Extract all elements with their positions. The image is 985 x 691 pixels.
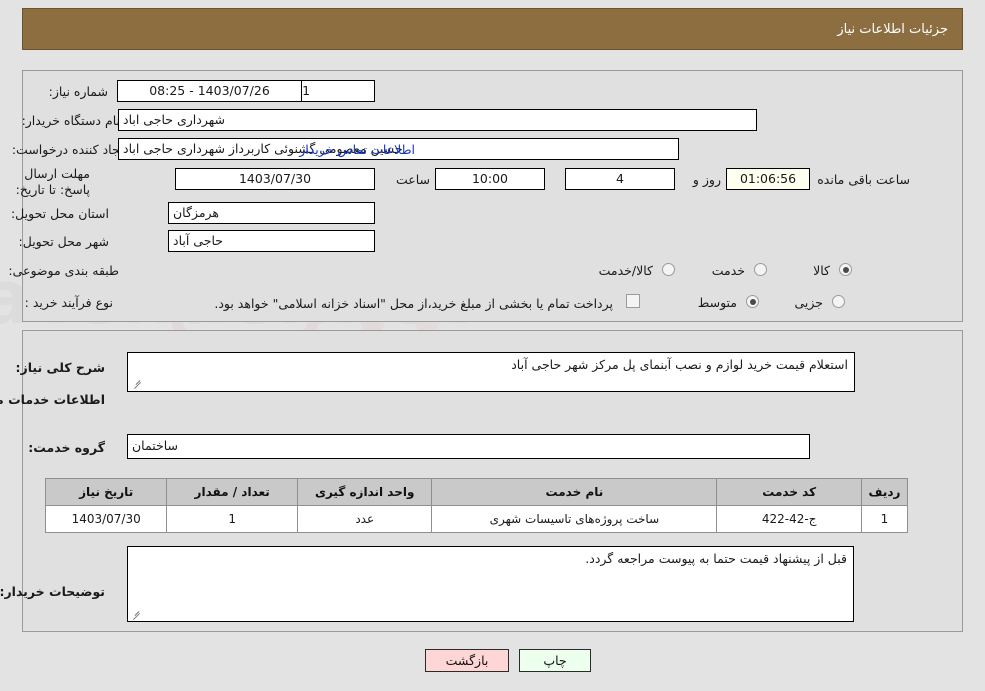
cell-row: 1 bbox=[860, 505, 909, 533]
announce-datetime-field[interactable]: 1403/07/26 - 08:25 bbox=[117, 80, 302, 102]
countdown-field: 01:06:56 bbox=[726, 168, 810, 190]
radio-category-kala-label: کالا bbox=[813, 263, 830, 278]
hour-word-label: ساعت bbox=[395, 172, 430, 187]
radio-category-kala-khedmat[interactable] bbox=[662, 263, 675, 276]
delivery-city-field[interactable]: حاجی آباد bbox=[168, 230, 375, 252]
cell-name: ساخت پروژه‌های تاسیسات شهری bbox=[431, 505, 718, 533]
page-title: جزئیات اطلاعات نیاز bbox=[837, 21, 948, 37]
col-header-date: تاریخ نیاز bbox=[44, 478, 168, 506]
delivery-province-field[interactable]: هرمزگان bbox=[168, 202, 375, 224]
deadline-date-field[interactable]: 1403/07/30 bbox=[175, 168, 375, 190]
page-header-bar: جزئیات اطلاعات نیاز bbox=[22, 8, 963, 50]
cell-unit: عدد bbox=[297, 505, 433, 533]
radio-process-jozii-label: جزیی bbox=[794, 295, 823, 310]
request-creator-label: ایجاد کننده درخواست: bbox=[11, 142, 127, 157]
col-header-row: ردیف bbox=[860, 478, 909, 506]
radio-category-khedmat[interactable] bbox=[754, 263, 767, 276]
service-group-field[interactable]: ساختمان bbox=[127, 434, 810, 459]
need-summary-label: شرح کلی نیاز: bbox=[15, 360, 105, 375]
services-info-heading: اطلاعات خدمات مورد نیاز bbox=[0, 392, 105, 407]
buyer-notes-label: توضیحات خریدار: bbox=[0, 584, 105, 599]
radio-process-motevaset-label: متوسط bbox=[697, 295, 737, 310]
cell-code: ج-42-422 bbox=[716, 505, 862, 533]
cell-date: 1403/07/30 bbox=[44, 505, 168, 533]
service-group-label: گروه خدمت: bbox=[28, 440, 105, 455]
page-root: AriaTender.net جزئیات اطلاعات نیاز شماره… bbox=[0, 0, 985, 691]
radio-process-jozii[interactable] bbox=[832, 295, 845, 308]
col-header-unit: واحد اندازه گیری bbox=[297, 478, 433, 506]
treasury-docs-checkbox[interactable] bbox=[626, 294, 640, 308]
days-word-label: روز و bbox=[692, 172, 721, 187]
need-summary-resize-handle[interactable] bbox=[132, 377, 144, 390]
cell-quantity: 1 bbox=[166, 505, 299, 533]
back-button[interactable]: بازگشت bbox=[425, 649, 509, 672]
buyer-contact-link[interactable]: اطلاعات تماس خریدار bbox=[299, 142, 415, 157]
radio-category-khedmat-label: خدمت bbox=[711, 263, 745, 278]
purchase-process-label: نوع فرآیند خرید : bbox=[24, 295, 113, 310]
print-button[interactable]: چاپ bbox=[519, 649, 591, 672]
deadline-time-field[interactable]: 10:00 bbox=[435, 168, 545, 190]
subject-category-label: طبقه بندی موضوعی: bbox=[8, 263, 119, 278]
radio-process-motevaset[interactable] bbox=[746, 295, 759, 308]
buyer-notes-resize-handle[interactable] bbox=[131, 608, 143, 621]
delivery-province-label: استان محل تحویل: bbox=[10, 206, 109, 221]
remaining-word-label: ساعت باقی مانده bbox=[817, 172, 910, 187]
col-header-name: نام خدمت bbox=[431, 478, 718, 506]
need-number-label: شماره نیاز: bbox=[48, 84, 108, 99]
buyer-notes-textarea[interactable]: قبل از پیشنهاد قیمت حتما به پیوست مراجعه… bbox=[127, 546, 854, 622]
radio-category-kala-khedmat-label: کالا/خدمت bbox=[598, 263, 653, 278]
radio-category-kala[interactable] bbox=[839, 263, 852, 276]
col-header-quantity: تعداد / مقدار bbox=[166, 478, 299, 506]
services-table: ردیف کد خدمت نام خدمت واحد اندازه گیری ت… bbox=[44, 478, 909, 533]
deadline-label: مهلت ارسال پاسخ: تا تاریخ: bbox=[15, 166, 90, 197]
treasury-docs-label: پرداخت تمام یا بخشی از مبلغ خرید،از محل … bbox=[214, 296, 613, 311]
col-header-code: کد خدمت bbox=[716, 478, 862, 506]
table-row: 1 ج-42-422 ساخت پروژه‌های تاسیسات شهری ع… bbox=[44, 505, 909, 533]
remaining-days-field[interactable]: 4 bbox=[565, 168, 675, 190]
need-info-panel bbox=[22, 70, 963, 322]
buyer-org-label: نام دستگاه خریدار: bbox=[21, 113, 120, 128]
need-summary-textarea[interactable]: استعلام قیمت خرید لوازم و نصب آبنمای پل … bbox=[127, 352, 855, 392]
delivery-city-label: شهر محل تحویل: bbox=[18, 234, 109, 249]
buyer-org-field[interactable]: شهرداری حاجی اباد bbox=[118, 109, 757, 131]
table-header-row: ردیف کد خدمت نام خدمت واحد اندازه گیری ت… bbox=[44, 478, 909, 506]
